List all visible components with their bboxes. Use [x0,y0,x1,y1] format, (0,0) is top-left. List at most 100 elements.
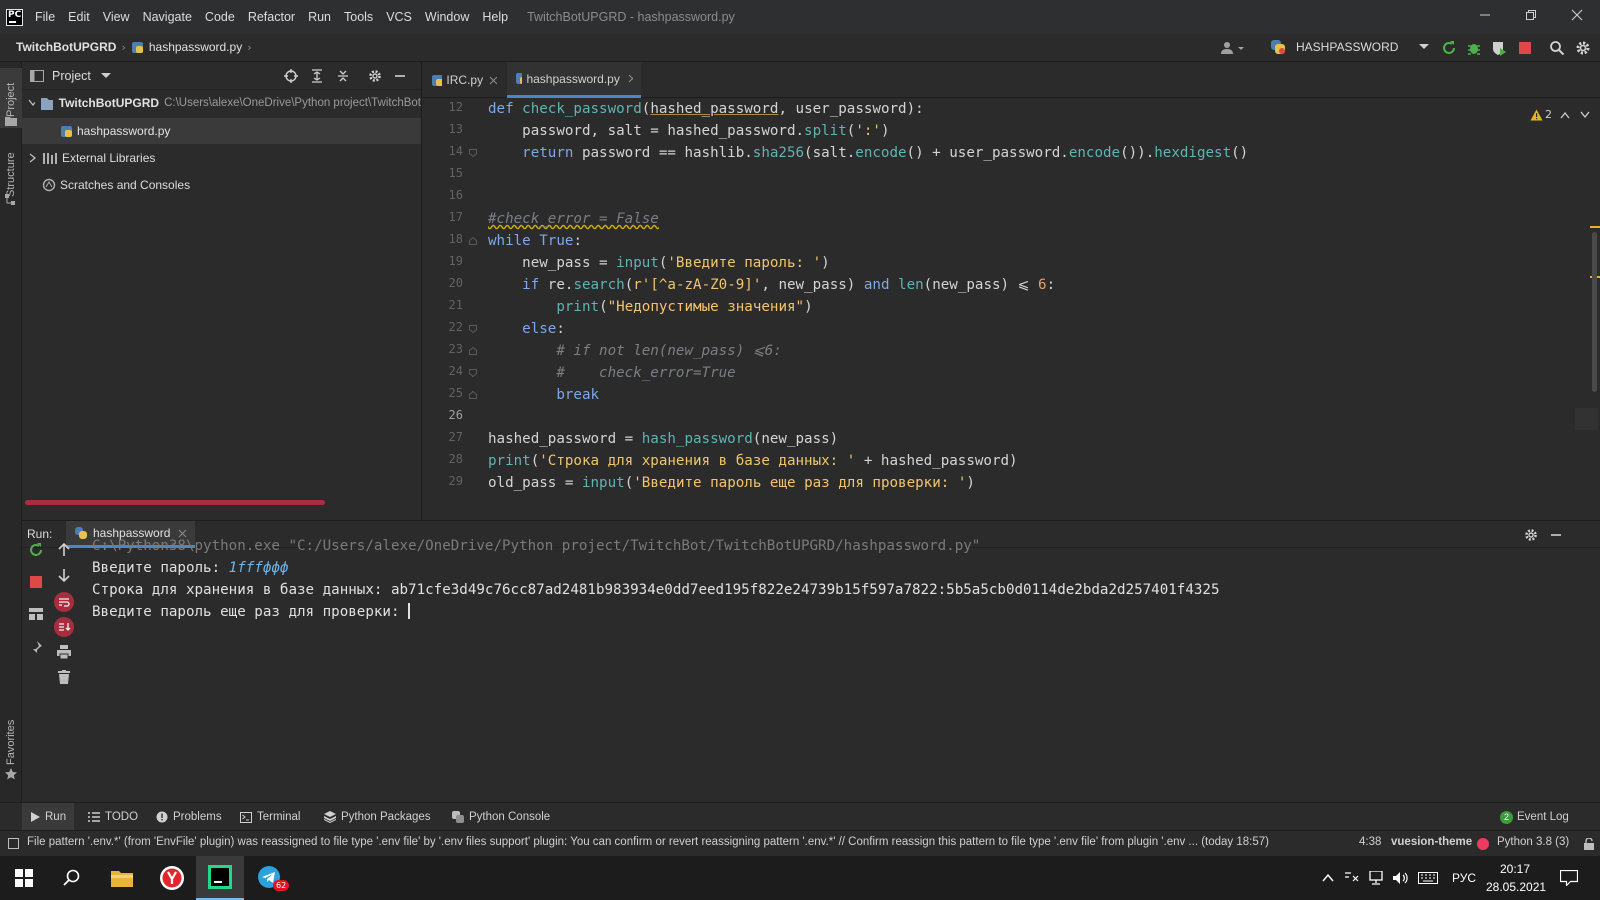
debug-button[interactable] [1465,39,1483,57]
notifications-icon[interactable] [1560,870,1578,886]
tool-todo[interactable]: TODO [88,803,138,831]
restore-button[interactable] [1508,0,1554,30]
vcs-user-button[interactable] [1218,39,1248,57]
menu-help[interactable]: Help [482,10,508,24]
close-tab-icon[interactable] [628,74,633,83]
tool-problems[interactable]: Problems [156,803,222,831]
tree-item-project-root[interactable]: TwitchBotUPGRD C:\Users\alexe\OneDrive\P… [22,90,421,116]
clock-date[interactable]: 28.05.2021 [1486,880,1546,894]
tool-event-log[interactable]: 2 Event Log [1500,803,1569,831]
close-window-button[interactable] [1554,0,1600,30]
project-tool-tab[interactable]: Project [0,68,22,128]
pin-icon[interactable] [29,640,43,654]
structure-tool-tab[interactable]: Structure [0,138,22,208]
menu-vcs[interactable]: VCS [386,10,412,24]
tab-hashpassword-py[interactable]: hashpassword.py [507,62,641,98]
close-tab-icon[interactable] [489,76,497,85]
tool-run[interactable]: Run [22,803,75,831]
fold-marker-icon[interactable] [469,237,477,245]
gear-icon[interactable] [1524,528,1538,542]
scroll-to-end-icon[interactable] [54,617,74,637]
stop-icon[interactable] [30,576,42,588]
hide-panel-icon[interactable] [1550,529,1562,541]
arrow-down-icon[interactable] [58,568,70,582]
menu-view[interactable]: View [103,10,130,24]
soft-wrap-icon[interactable] [54,592,74,612]
status-message[interactable]: File pattern '.env.*' (from 'EnvFile' pl… [27,836,1269,848]
breadcrumb-file[interactable]: hashpassword.py [149,40,242,54]
inspection-widget[interactable]: 2 [1530,108,1590,121]
trash-icon[interactable] [58,670,70,684]
chevron-down-icon[interactable] [100,72,111,80]
menu-run[interactable]: Run [308,10,331,24]
menu-tools[interactable]: Tools [344,10,373,24]
taskbar-explorer[interactable] [98,856,146,900]
locate-file-icon[interactable] [284,68,298,83]
taskbar-pycharm[interactable] [196,856,244,900]
fold-marker-icon[interactable] [469,391,477,399]
menu-navigate[interactable]: Navigate [143,10,192,24]
fold-marker-icon[interactable] [469,325,477,333]
gear-icon[interactable] [368,69,382,83]
code-line-23: # if not len(new_pass) ⩽6: [488,343,782,359]
settings-button[interactable] [1574,39,1592,57]
pycharm-icon [208,865,232,889]
keyboard-icon[interactable] [1418,872,1438,884]
volume-icon[interactable] [1392,871,1410,885]
chevron-up-icon[interactable] [1560,111,1570,119]
rerun-button[interactable] [1440,39,1458,57]
search-everywhere-button[interactable] [1548,39,1566,57]
layout-icon[interactable] [29,608,43,620]
tool-python-packages[interactable]: Python Packages [324,803,431,831]
console-line-prompt2[interactable]: Введите пароль еще раз для проверки: [92,601,411,623]
tree-item-hashpassword[interactable]: hashpassword.py [22,118,421,144]
tree-item-external-libraries[interactable]: External Libraries [22,145,421,171]
arrow-up-icon[interactable] [58,543,70,557]
fold-marker-icon[interactable] [469,369,477,377]
breadcrumb-project[interactable]: TwitchBotUPGRD [16,40,116,54]
vertical-scrollbar[interactable] [1592,232,1597,392]
hide-panel-icon[interactable] [394,70,406,82]
clock-time[interactable]: 20:17 [1500,862,1530,876]
network-icon[interactable] [1368,871,1384,885]
project-panel-title[interactable]: Project [52,69,91,83]
tool-python-console[interactable]: Python Console [452,803,550,831]
horizontal-scrollbar[interactable] [25,500,325,505]
taskbar-search-button[interactable] [48,856,96,900]
keyboard-settings-icon[interactable] [1344,871,1360,885]
tree-item-scratches[interactable]: Scratches and Consoles [22,172,421,198]
rerun-icon[interactable] [28,542,44,558]
theme-name[interactable]: vuesion-theme [1391,836,1472,848]
run-config-selector[interactable]: HASHPASSWORD [1270,39,1430,55]
expand-all-icon[interactable] [310,68,324,83]
run-console[interactable]: C:\Python38\python.exe "C:/Users/alexe/O… [22,538,1600,802]
menu-window[interactable]: Window [425,10,469,24]
menu-refactor[interactable]: Refactor [248,10,295,24]
caret-position[interactable]: 4:38 [1359,836,1381,848]
code-line-14: return password == hashlib.sha256(salt.e… [522,145,1249,161]
menu-edit[interactable]: Edit [68,10,90,24]
tab-irc-py[interactable]: IRC.py [423,62,505,98]
coverage-button[interactable] [1490,39,1508,57]
start-button[interactable] [0,856,48,900]
menu-file[interactable]: File [35,10,55,24]
collapse-all-icon[interactable] [336,69,350,83]
status-toggle-icon[interactable] [8,838,19,849]
error-stripe-marker[interactable] [1590,226,1600,228]
chevron-down-icon[interactable] [1580,111,1590,119]
input-language[interactable]: РУС [1452,871,1476,885]
stop-button[interactable] [1516,39,1534,57]
taskbar-telegram[interactable]: 62 [246,856,294,900]
python-interpreter[interactable]: Python 3.8 (3) [1497,836,1569,848]
chevron-up-icon[interactable] [1322,874,1334,882]
lock-icon[interactable] [1584,838,1594,850]
taskbar-yandex-browser[interactable] [148,856,196,900]
print-icon[interactable] [57,645,71,659]
minimize-button[interactable] [1462,0,1508,30]
tool-terminal[interactable]: Terminal [240,803,300,831]
favorites-tool-tab[interactable]: Favorites [0,710,22,786]
code-editor[interactable]: def check_password(hashed_password, user… [483,98,1575,496]
fold-marker-icon[interactable] [469,347,477,355]
menu-code[interactable]: Code [205,10,235,24]
fold-marker-icon[interactable] [469,149,477,157]
